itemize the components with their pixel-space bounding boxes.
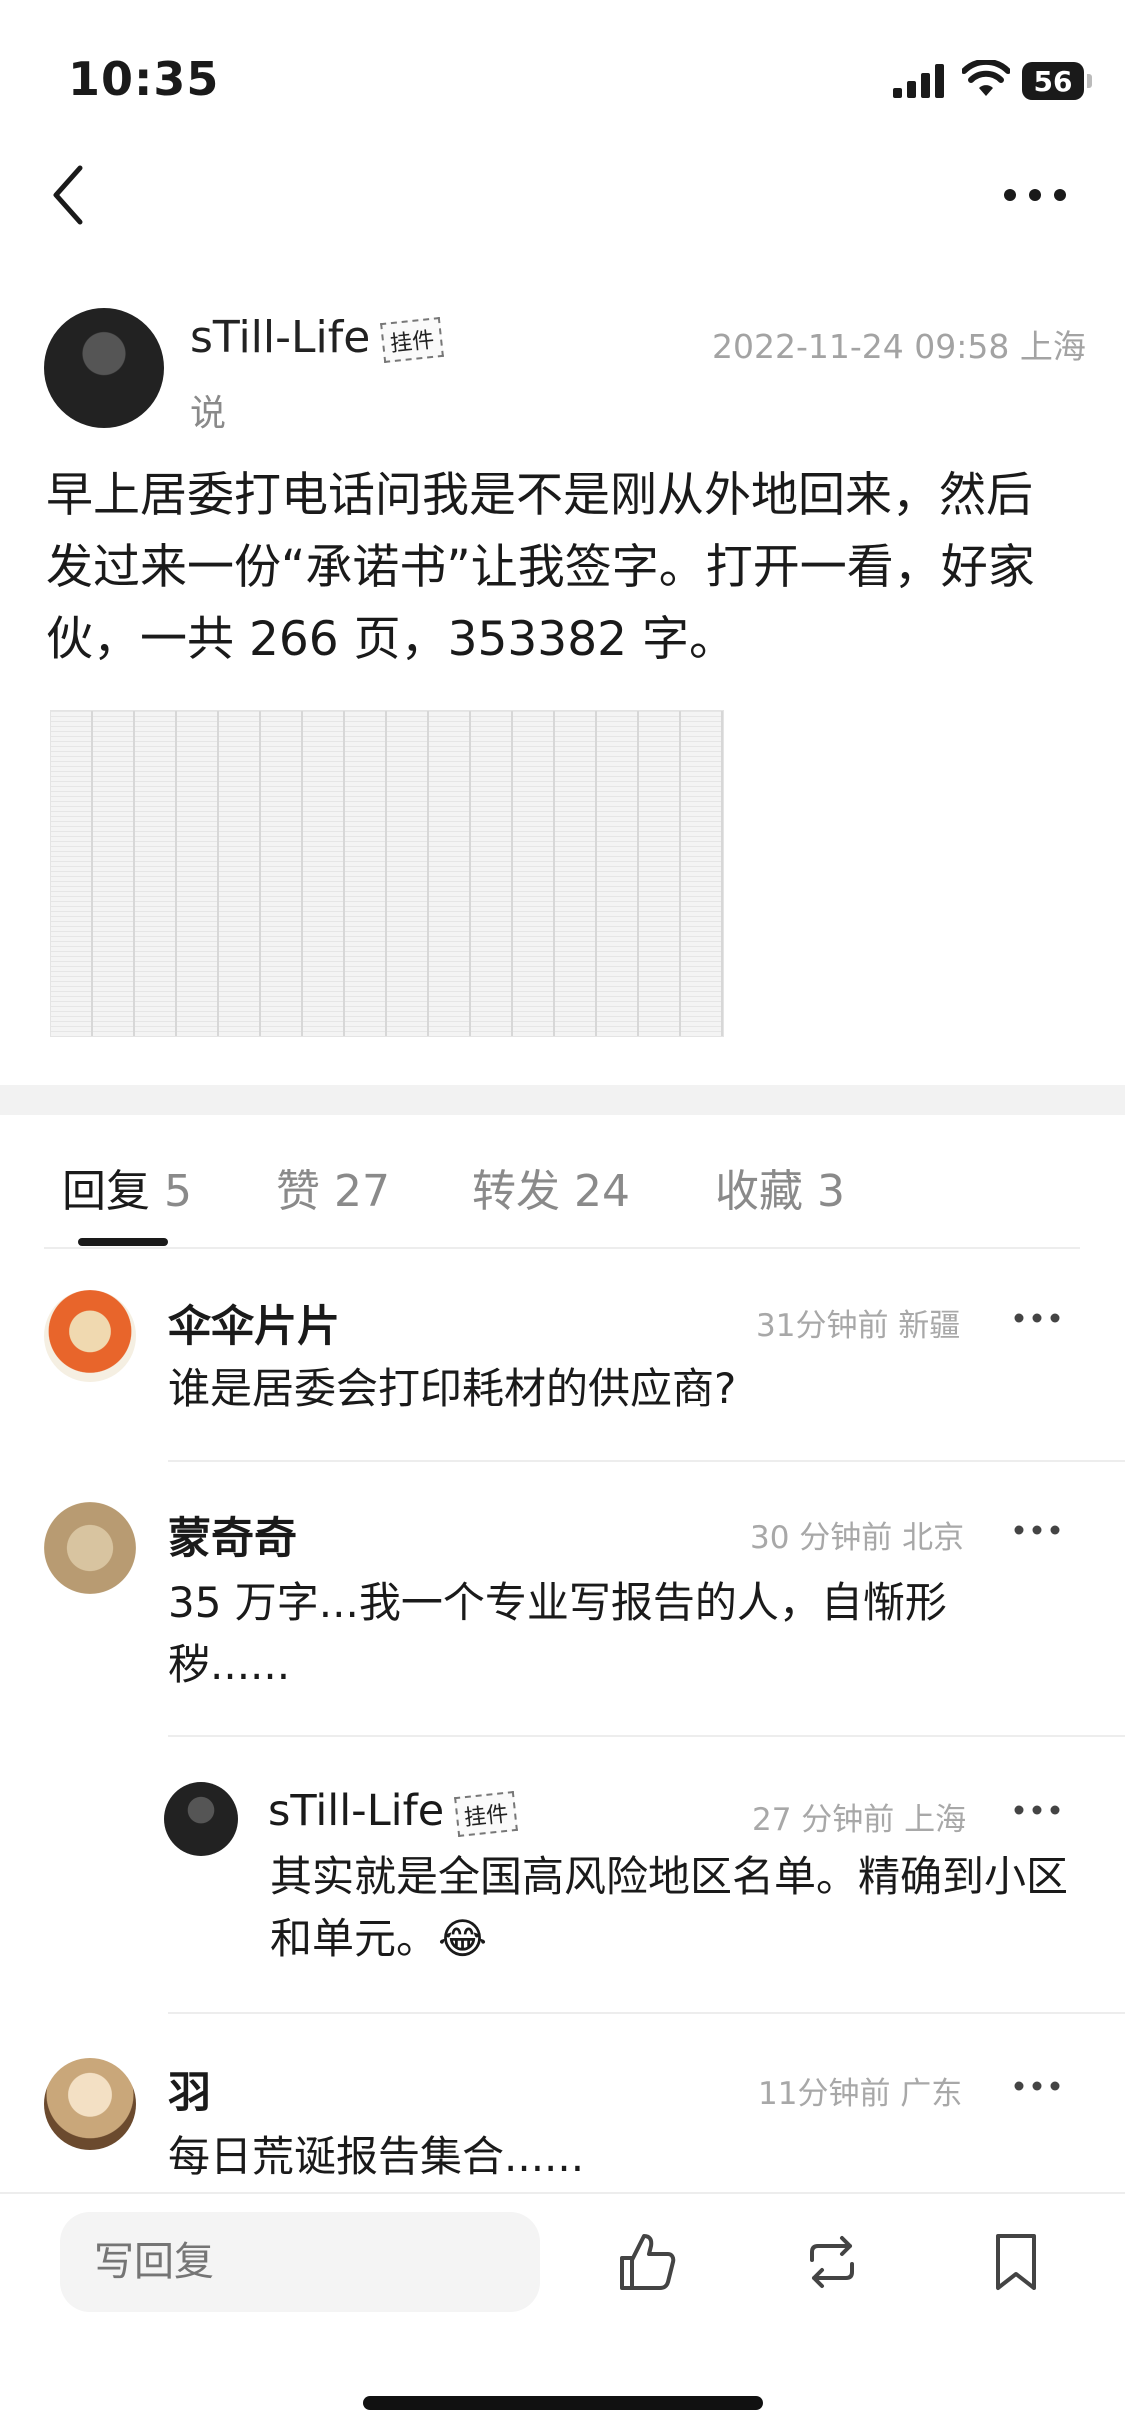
comment-more-icon[interactable] <box>1012 1800 1062 1820</box>
commenter-name[interactable]: 蒙奇奇 <box>168 1504 297 1566</box>
comment-divider <box>168 1460 1125 1462</box>
battery-indicator: 56 <box>1022 62 1092 100</box>
more-options-icon[interactable] <box>1000 180 1070 210</box>
comment-meta: 30 分钟前 北京 <box>750 1520 965 1556</box>
tab-favorites[interactable]: 收藏 3 <box>715 1155 845 1219</box>
commenter-avatar[interactable] <box>44 2058 136 2150</box>
said-label: 说 <box>190 393 227 434</box>
tab-reposts[interactable]: 转发 24 <box>472 1155 630 1219</box>
comment-text: 其实就是全国高风险地区名单。精确到小区和单元。😂 <box>270 1852 1069 1963</box>
comment-text: 35 万字...我一个专业写报告的人，自惭形秽...... <box>168 1578 947 1689</box>
pendant-badge: 挂件 <box>454 1790 519 1837</box>
tab-likes-label: 赞 <box>276 1166 320 1217</box>
tab-likes-count: 27 <box>334 1166 390 1217</box>
tab-replies[interactable]: 回复 5 <box>62 1155 192 1219</box>
tab-favorites-label: 收藏 <box>715 1166 803 1217</box>
cellular-signal-icon <box>893 64 944 98</box>
bottom-bar-divider <box>0 2192 1125 2194</box>
comment-more-icon[interactable] <box>1012 1520 1062 1540</box>
commenter-name[interactable]: 伞伞片片 <box>168 1292 340 1354</box>
home-indicator <box>363 2396 763 2410</box>
comment-text: 每日荒诞报告集合...... <box>168 2132 585 2181</box>
reply-author-name[interactable]: sTill-Life <box>268 1786 444 1836</box>
tab-reposts-label: 转发 <box>472 1166 560 1217</box>
pendant-badge: 挂件 <box>380 316 445 364</box>
tabs-divider <box>44 1247 1080 1249</box>
comment-more-icon[interactable] <box>1012 2076 1062 2096</box>
author-avatar[interactable] <box>44 308 164 428</box>
commenter-avatar[interactable] <box>44 1502 136 1594</box>
comment-meta: 27 分钟前 上海 <box>752 1802 967 1838</box>
active-tab-indicator <box>78 1238 168 1246</box>
tab-replies-count: 5 <box>164 1166 192 1217</box>
repost-icon[interactable] <box>800 2230 864 2294</box>
status-time: 10:35 <box>68 52 220 106</box>
section-divider <box>0 1085 1125 1115</box>
wifi-icon <box>962 60 1010 96</box>
post-datetime: 2022-11-24 09:58 上海 <box>712 327 1086 366</box>
tab-likes[interactable]: 赞 27 <box>276 1155 390 1219</box>
reply-input[interactable] <box>60 2212 540 2312</box>
comment-meta: 31分钟前 新疆 <box>756 1308 961 1344</box>
commenter-name[interactable]: 羽 <box>168 2058 211 2120</box>
comment-more-icon[interactable] <box>1012 1308 1062 1328</box>
comment-divider <box>168 1735 1125 1737</box>
author-name-text[interactable]: sTill-Life <box>190 312 370 363</box>
like-icon[interactable] <box>614 2230 678 2294</box>
post-body-text: 早上居委打电话问我是不是刚从外地回来，然后发过来一份“承诺书”让我签字。打开一看… <box>46 468 1035 667</box>
back-arrow-icon[interactable] <box>44 160 94 230</box>
comment-text: 谁是居委会打印耗材的供应商? <box>168 1364 737 1413</box>
bookmark-icon[interactable] <box>984 2230 1048 2294</box>
author-name[interactable]: sTill-Life 挂件 <box>190 312 445 364</box>
commenter-avatar[interactable] <box>44 1290 136 1382</box>
comment-divider <box>168 2012 1125 2014</box>
comment-meta: 11分钟前 广东 <box>758 2076 963 2112</box>
tab-reposts-count: 24 <box>574 1166 630 1217</box>
reply-author-avatar[interactable] <box>164 1782 238 1856</box>
tab-replies-label: 回复 <box>62 1166 150 1217</box>
reply-author[interactable]: sTill-Life 挂件 <box>268 1786 519 1837</box>
attached-image[interactable] <box>50 710 724 1037</box>
tab-favorites-count: 3 <box>817 1166 845 1217</box>
